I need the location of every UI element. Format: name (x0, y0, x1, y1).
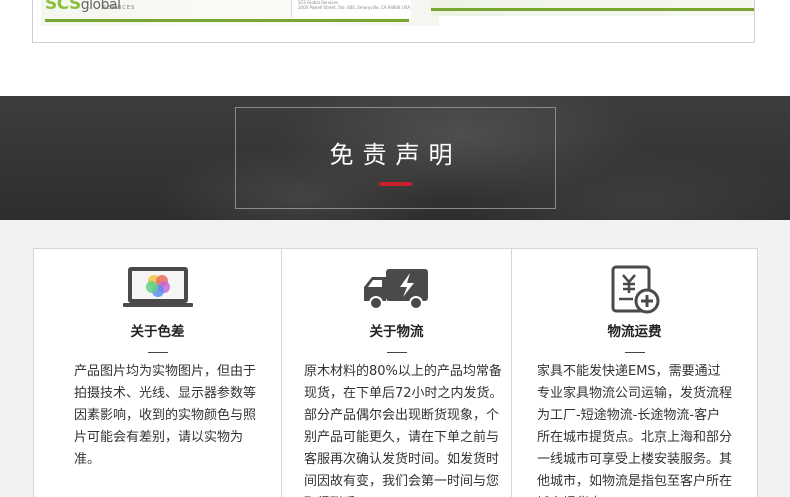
monitor-color-icon (122, 265, 194, 315)
card-title: 物流运费 (607, 324, 662, 340)
certificate-green-bar (45, 19, 409, 22)
banner-title: 免责声明 (329, 141, 462, 169)
banner-accent-line (379, 182, 412, 186)
certificate-services: SERVICES (103, 5, 136, 11)
certificate-green-bar-right (431, 8, 754, 11)
delivery-truck-icon (362, 265, 432, 317)
disclaimer-banner: 免责声明 (0, 96, 790, 220)
info-cards: 关于色差 产品图片均为实物图片，但由于拍摄技术、光线、显示器参数等因素影响，收到… (33, 248, 758, 497)
card-logistics: 关于物流 原木材料的80%以上的产品均常备现货，在下单后72小时之内发货。部分产… (282, 249, 512, 497)
shipping-fee-document-icon (609, 265, 661, 319)
certificate-image-left: SCSglobal SERVICES SCS Global Services 2… (41, 0, 439, 26)
card-text: 原木材料的80%以上的产品均常备现货，在下单后72小时之内发货。部分产品偶尔会出… (304, 364, 503, 497)
card-shipping-fee: 物流运费 家具不能发快递EMS，需要通过专业家具物流公司运输，发货流程为工厂-短… (512, 249, 757, 497)
certificate-address: SCS Global Services 2000 Powell Street, … (291, 0, 411, 18)
card-divider (386, 352, 407, 353)
banner-frame: 免责声明 (235, 107, 556, 209)
card-text: 产品图片均为实物图片，但由于拍摄技术、光线、显示器参数等因素影响，收到的实物颜色… (74, 364, 257, 467)
disclaimer-content: 关于色差 产品图片均为实物图片，但由于拍摄技术、光线、显示器参数等因素影响，收到… (0, 220, 790, 497)
certificate-strip: SCSglobal SERVICES SCS Global Services 2… (32, 0, 755, 43)
certificate-image-right (431, 0, 754, 16)
card-divider (624, 352, 645, 353)
card-divider (147, 352, 168, 353)
card-color-difference: 关于色差 产品图片均为实物图片，但由于拍摄技术、光线、显示器参数等因素影响，收到… (34, 249, 282, 497)
card-title: 关于物流 (369, 324, 424, 340)
card-text: 家具不能发快递EMS，需要通过专业家具物流公司运输，发货流程为工厂-短途物流-长… (537, 364, 733, 497)
card-title: 关于色差 (130, 324, 185, 340)
